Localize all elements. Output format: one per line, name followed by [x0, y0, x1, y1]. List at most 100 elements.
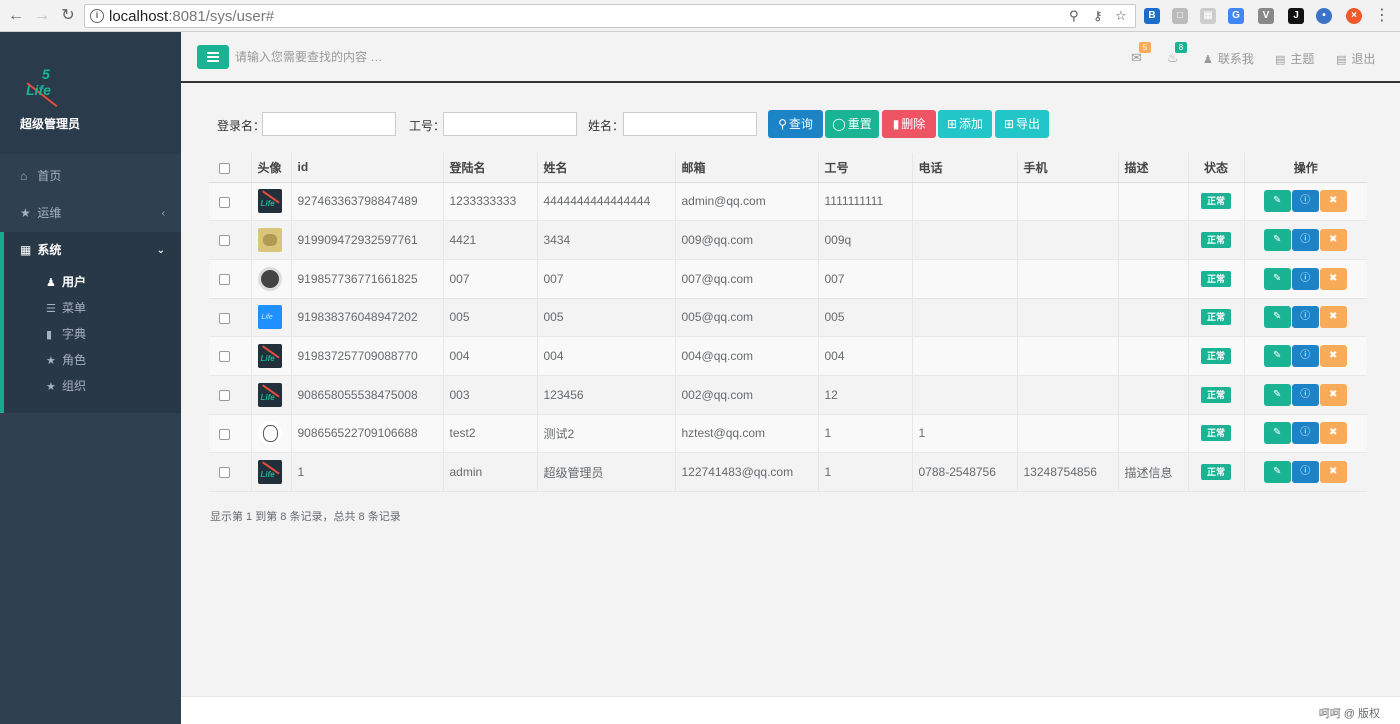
detail-button[interactable]: ⓘ: [1291, 345, 1319, 368]
table-row[interactable]: 919838376048947202005005005@qq.com005正常✎…: [209, 298, 1367, 338]
extension-dots-icon[interactable]: •: [1316, 8, 1332, 24]
edit-button[interactable]: ✎: [1263, 267, 1291, 290]
menu-toggle-button[interactable]: [197, 45, 229, 69]
column-header-mobile[interactable]: 手机: [1017, 153, 1119, 183]
column-header-phone[interactable]: 电话: [912, 153, 1018, 183]
column-header-name[interactable]: 姓名: [537, 153, 676, 183]
theme-link[interactable]: ▤ 主题: [1275, 50, 1314, 67]
add-button[interactable]: ⊞ 添加: [938, 110, 992, 138]
row-select-cell: [209, 336, 252, 376]
sidebar-item-home[interactable]: ⌂ 首页: [0, 158, 181, 195]
remove-button[interactable]: ✖: [1319, 267, 1347, 290]
browser-menu-icon[interactable]: ⋮: [1372, 6, 1392, 26]
sidebar-item-system[interactable]: ▦ 系统 ⌄: [4, 232, 181, 269]
back-icon[interactable]: ←: [6, 6, 26, 26]
extension-b-icon[interactable]: B: [1144, 8, 1160, 24]
row-checkbox[interactable]: [219, 274, 230, 286]
sidebar-subitem-dict[interactable]: ▮ 字典: [4, 321, 181, 347]
user-role-name[interactable]: 超级管理员: [20, 115, 80, 132]
cell-login: 005: [443, 298, 538, 338]
zoom-icon[interactable]: ⚲: [1069, 8, 1079, 24]
logout-link[interactable]: ▤ 退出: [1336, 50, 1375, 67]
translate-icon[interactable]: G: [1228, 8, 1244, 24]
sidebar-subitem-org[interactable]: ★ 组织: [4, 373, 181, 399]
column-header-status[interactable]: 状态: [1188, 153, 1245, 183]
remove-button[interactable]: ✖: [1319, 190, 1347, 213]
name-input[interactable]: [623, 112, 757, 136]
login-name-input[interactable]: [262, 112, 396, 136]
table-row[interactable]: 9274633637988474891233333333444444444444…: [209, 182, 1367, 222]
address-url[interactable]: localhost:8081/sys/user#: [109, 8, 274, 25]
cell-mobile: [1017, 298, 1119, 338]
column-header-job[interactable]: 工号: [818, 153, 913, 183]
envelope-icon[interactable]: ✉ 5: [1131, 42, 1151, 66]
detail-button[interactable]: ⓘ: [1291, 306, 1319, 329]
edit-button[interactable]: ✎: [1263, 461, 1291, 484]
site-info-icon[interactable]: i: [90, 9, 104, 23]
column-header-desc[interactable]: 描述: [1118, 153, 1189, 183]
chevron-down-icon: ⌄: [156, 245, 165, 256]
row-checkbox[interactable]: [219, 351, 230, 363]
extension-grid-icon[interactable]: ▦: [1200, 8, 1216, 24]
table-row[interactable]: 919837257709088770004004004@qq.com004正常✎…: [209, 336, 1367, 376]
row-checkbox[interactable]: [219, 428, 230, 440]
row-checkbox[interactable]: [219, 312, 230, 324]
table-row[interactable]: 908658055538475008003123456002@qq.com12 正…: [209, 375, 1367, 415]
edit-button[interactable]: ✎: [1263, 383, 1291, 406]
query-button[interactable]: ⚲ 查询: [768, 110, 823, 138]
row-checkbox[interactable]: [219, 235, 230, 247]
reset-button[interactable]: ◯ 重置: [825, 110, 879, 138]
extension-v-icon[interactable]: V: [1258, 8, 1274, 24]
edit-button[interactable]: ✎: [1263, 345, 1291, 368]
global-search-input[interactable]: [235, 46, 535, 68]
table-row[interactable]: 919857736771661825 007 007 007@qq.com 007 正常 ✎…: [209, 259, 1367, 299]
sidebar-subitem-role[interactable]: ★ 角色: [4, 347, 181, 373]
detail-button[interactable]: ⓘ: [1291, 461, 1319, 484]
extension-jb-icon[interactable]: J: [1288, 8, 1304, 24]
table-row[interactable]: 1admin超级管理员122741483@qq.com10788-2548756…: [209, 452, 1367, 492]
extension-x-icon[interactable]: ×: [1346, 8, 1362, 24]
detail-button[interactable]: ⓘ: [1291, 190, 1319, 213]
remove-button[interactable]: ✖: [1319, 422, 1347, 445]
sidebar-subitem-user[interactable]: ♟ 用户: [4, 269, 181, 295]
column-header-avatar[interactable]: 头像: [251, 153, 292, 183]
table-row[interactable]: 919909472932597761 4421 3434 009@qq.com 009q…: [209, 220, 1367, 260]
cell-name: 004: [537, 336, 676, 376]
row-checkbox[interactable]: [219, 390, 230, 402]
select-all-checkbox[interactable]: [219, 162, 230, 174]
remove-button[interactable]: ✖: [1319, 229, 1347, 252]
address-bar[interactable]: i localhost:8081/sys/user# ⚲ ⚷ ☆: [84, 4, 1136, 28]
bookmark-star-icon[interactable]: ☆: [1115, 8, 1127, 24]
detail-button[interactable]: ⓘ: [1291, 267, 1319, 290]
key-icon[interactable]: ⚷: [1093, 8, 1103, 24]
remove-button[interactable]: ✖: [1319, 383, 1347, 406]
edit-button[interactable]: ✎: [1263, 422, 1291, 445]
detail-button[interactable]: ⓘ: [1291, 229, 1319, 252]
detail-button[interactable]: ⓘ: [1291, 383, 1319, 406]
bell-icon[interactable]: ♨ 8: [1167, 42, 1187, 66]
edit-button[interactable]: ✎: [1263, 190, 1291, 213]
delete-button[interactable]: ▮ 删除: [882, 110, 936, 138]
row-checkbox[interactable]: [219, 196, 230, 208]
contact-link[interactable]: ♟ 联系我: [1203, 50, 1254, 67]
sidebar-subitem-menu[interactable]: ☰ 菜单: [4, 295, 181, 321]
column-header-email[interactable]: 邮箱: [675, 153, 819, 183]
extension-puzzle-icon[interactable]: □: [1172, 8, 1188, 24]
detail-button[interactable]: ⓘ: [1291, 422, 1319, 445]
cell-login: 007: [443, 259, 538, 299]
reload-icon[interactable]: ↻: [58, 6, 78, 26]
table-row[interactable]: 908656522709106688 test2 测试2 hztest@qq.com 1…: [209, 414, 1367, 454]
remove-button[interactable]: ✖: [1319, 461, 1347, 484]
edit-button[interactable]: ✎: [1263, 306, 1291, 329]
forward-icon[interactable]: →: [32, 6, 52, 26]
job-number-input[interactable]: [443, 112, 577, 136]
remove-button[interactable]: ✖: [1319, 345, 1347, 368]
column-header-login[interactable]: 登陆名: [443, 153, 538, 183]
edit-button[interactable]: ✎: [1263, 229, 1291, 252]
row-checkbox[interactable]: [219, 467, 230, 479]
column-header-id[interactable]: id: [291, 153, 444, 183]
app-logo[interactable]: 5 Life: [24, 66, 66, 108]
export-button[interactable]: ⊞ 导出: [995, 110, 1049, 138]
remove-button[interactable]: ✖: [1319, 306, 1347, 329]
sidebar-item-ops[interactable]: ★ 运维 ‹: [0, 195, 181, 232]
